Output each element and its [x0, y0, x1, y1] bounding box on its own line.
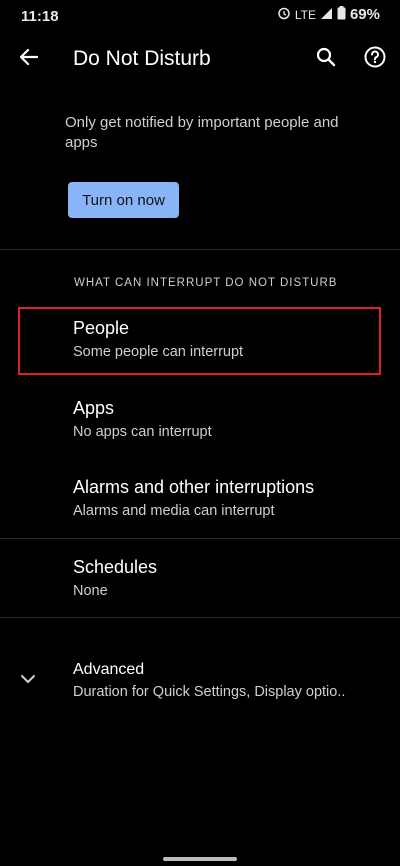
page-title: Do Not Disturb [73, 47, 211, 70]
divider [0, 249, 400, 250]
item-subtitle: No apps can interrupt [73, 424, 212, 440]
advanced-title: Advanced [73, 661, 145, 678]
status-icons: LTE 69% [277, 6, 380, 23]
item-subtitle: None [73, 583, 108, 599]
back-button[interactable] [14, 46, 42, 72]
divider [0, 617, 400, 618]
home-gesture-bar[interactable] [163, 857, 237, 861]
item-subtitle: Alarms and media can interrupt [73, 503, 275, 519]
section-header: WHAT CAN INTERRUPT DO NOT DISTURB [74, 277, 338, 289]
list-item-apps[interactable]: Apps No apps can interrupt [60, 390, 385, 452]
help-icon [364, 46, 386, 73]
network-type: LTE [294, 7, 316, 22]
signal-icon [320, 7, 333, 23]
battery-icon [337, 6, 346, 23]
status-time: 11:18 [21, 8, 59, 25]
search-button[interactable] [312, 45, 340, 73]
item-title: Schedules [73, 557, 158, 577]
item-title: Apps [73, 398, 115, 418]
search-icon [316, 47, 336, 72]
item-title: Alarms and other interruptions [73, 477, 315, 497]
arrow-back-icon [18, 48, 39, 71]
dnd-description: Only get notified by important people an… [65, 114, 339, 151]
battery-percent: 69% [349, 6, 380, 23]
alarm-icon [277, 6, 291, 23]
list-item-alarms[interactable]: Alarms and other interruptions Alarms an… [60, 469, 385, 531]
turn-on-now-button[interactable]: Turn on now [68, 182, 179, 218]
highlight-box [18, 307, 381, 375]
help-button[interactable] [361, 45, 389, 73]
divider [0, 538, 400, 539]
advanced-subtitle: Duration for Quick Settings, Display opt… [73, 684, 346, 700]
chevron-down-icon [20, 672, 36, 690]
advanced-item[interactable]: Advanced Duration for Quick Settings, Di… [0, 650, 400, 710]
list-item-schedules[interactable]: Schedules None [60, 549, 385, 611]
